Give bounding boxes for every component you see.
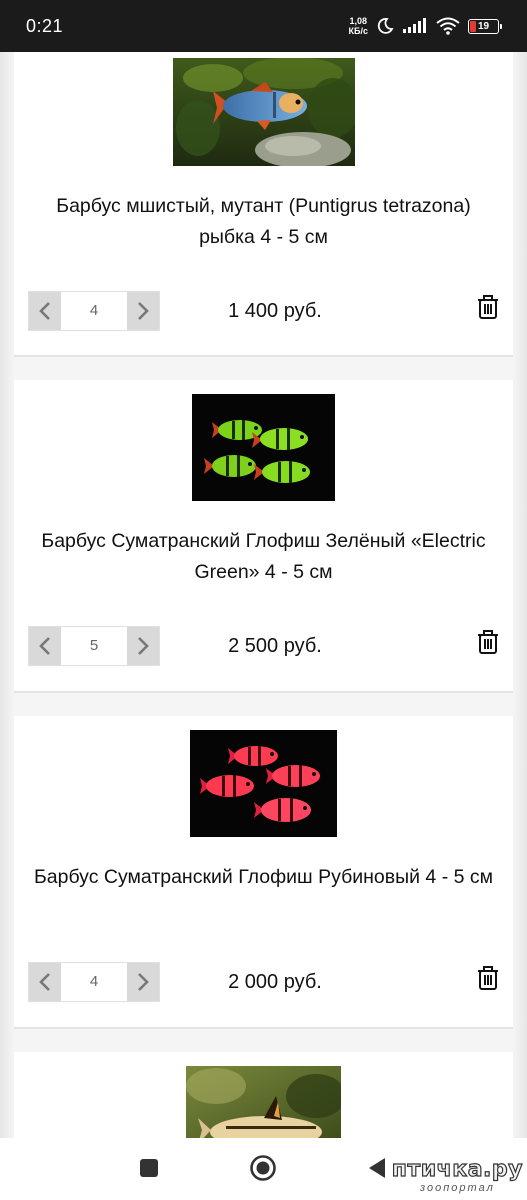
quantity-stepper: 4 — [28, 291, 160, 331]
product-title[interactable]: Барбус Суматранский Глофиш Рубиновый 4 -… — [14, 862, 513, 893]
net-speed: 1,08 КБ/с — [349, 16, 368, 36]
quantity-input[interactable]: 4 — [61, 963, 127, 1001]
product-price: 2 000 руб. — [228, 971, 322, 993]
status-icons: 1,08 КБ/с 19 — [349, 16, 502, 36]
chevron-left-icon — [39, 973, 50, 991]
increase-button[interactable] — [127, 292, 159, 330]
quantity-stepper: 4 — [28, 962, 160, 1002]
chevron-right-icon — [138, 973, 149, 991]
product-image[interactable] — [173, 58, 355, 166]
watermark-logo: птичка.ру зоопортал — [391, 1157, 523, 1194]
cart-list[interactable]: Барбус мшистый, мутант (Puntigrus tetraz… — [0, 52, 527, 1138]
watermark-sub: зоопортал — [420, 1182, 495, 1194]
trash-icon[interactable] — [476, 294, 500, 320]
decrease-button[interactable] — [29, 963, 61, 1001]
cart-item: Барбус Суматранский Глофиш Зелёный «Elec… — [14, 380, 513, 693]
product-title[interactable]: Барбус мшистый, мутант (Puntigrus tetraz… — [14, 191, 513, 253]
product-image[interactable] — [186, 1066, 341, 1138]
wifi-icon — [436, 17, 460, 35]
trash-icon[interactable] — [476, 965, 500, 991]
product-price: 2 500 руб. — [228, 635, 322, 657]
cart-item — [14, 1052, 513, 1138]
square-icon[interactable] — [139, 1158, 159, 1178]
signal-icon — [403, 18, 426, 33]
cart-item: Барбус Суматранский Глофиш Рубиновый 4 -… — [14, 716, 513, 1029]
product-price: 1 400 руб. — [228, 300, 322, 322]
net-speed-value: 1,08 — [349, 16, 368, 26]
moon-icon — [377, 18, 394, 34]
quantity-input[interactable]: 5 — [61, 627, 127, 665]
screen: 0:21 1,08 КБ/с 19 Барбус мшистый, мутант… — [0, 0, 527, 1200]
trash-icon[interactable] — [476, 629, 500, 655]
battery-icon: 19 — [468, 18, 502, 34]
product-title[interactable]: Барбус Суматранский Глофиш Зелёный «Elec… — [14, 526, 513, 588]
cart-item: Барбус мшистый, мутант (Puntigrus tetraz… — [14, 52, 513, 357]
decrease-button[interactable] — [29, 292, 61, 330]
status-time: 0:21 — [26, 15, 64, 36]
quantity-stepper: 5 — [28, 626, 160, 666]
product-image[interactable] — [192, 394, 335, 501]
status-bar: 0:21 1,08 КБ/с 19 — [0, 0, 527, 52]
battery-fill — [470, 20, 476, 32]
triangle-back-icon[interactable] — [367, 1157, 387, 1179]
chevron-left-icon — [39, 302, 50, 320]
increase-button[interactable] — [127, 627, 159, 665]
watermark-main: птичка.ру — [391, 1157, 523, 1182]
chevron-right-icon — [138, 637, 149, 655]
decrease-button[interactable] — [29, 627, 61, 665]
chevron-left-icon — [39, 637, 50, 655]
net-speed-unit: КБ/с — [348, 26, 368, 36]
circle-icon[interactable] — [249, 1154, 277, 1182]
increase-button[interactable] — [127, 963, 159, 1001]
product-image[interactable] — [190, 730, 337, 837]
chevron-right-icon — [138, 302, 149, 320]
battery-level: 19 — [477, 20, 490, 32]
quantity-input[interactable]: 4 — [61, 292, 127, 330]
